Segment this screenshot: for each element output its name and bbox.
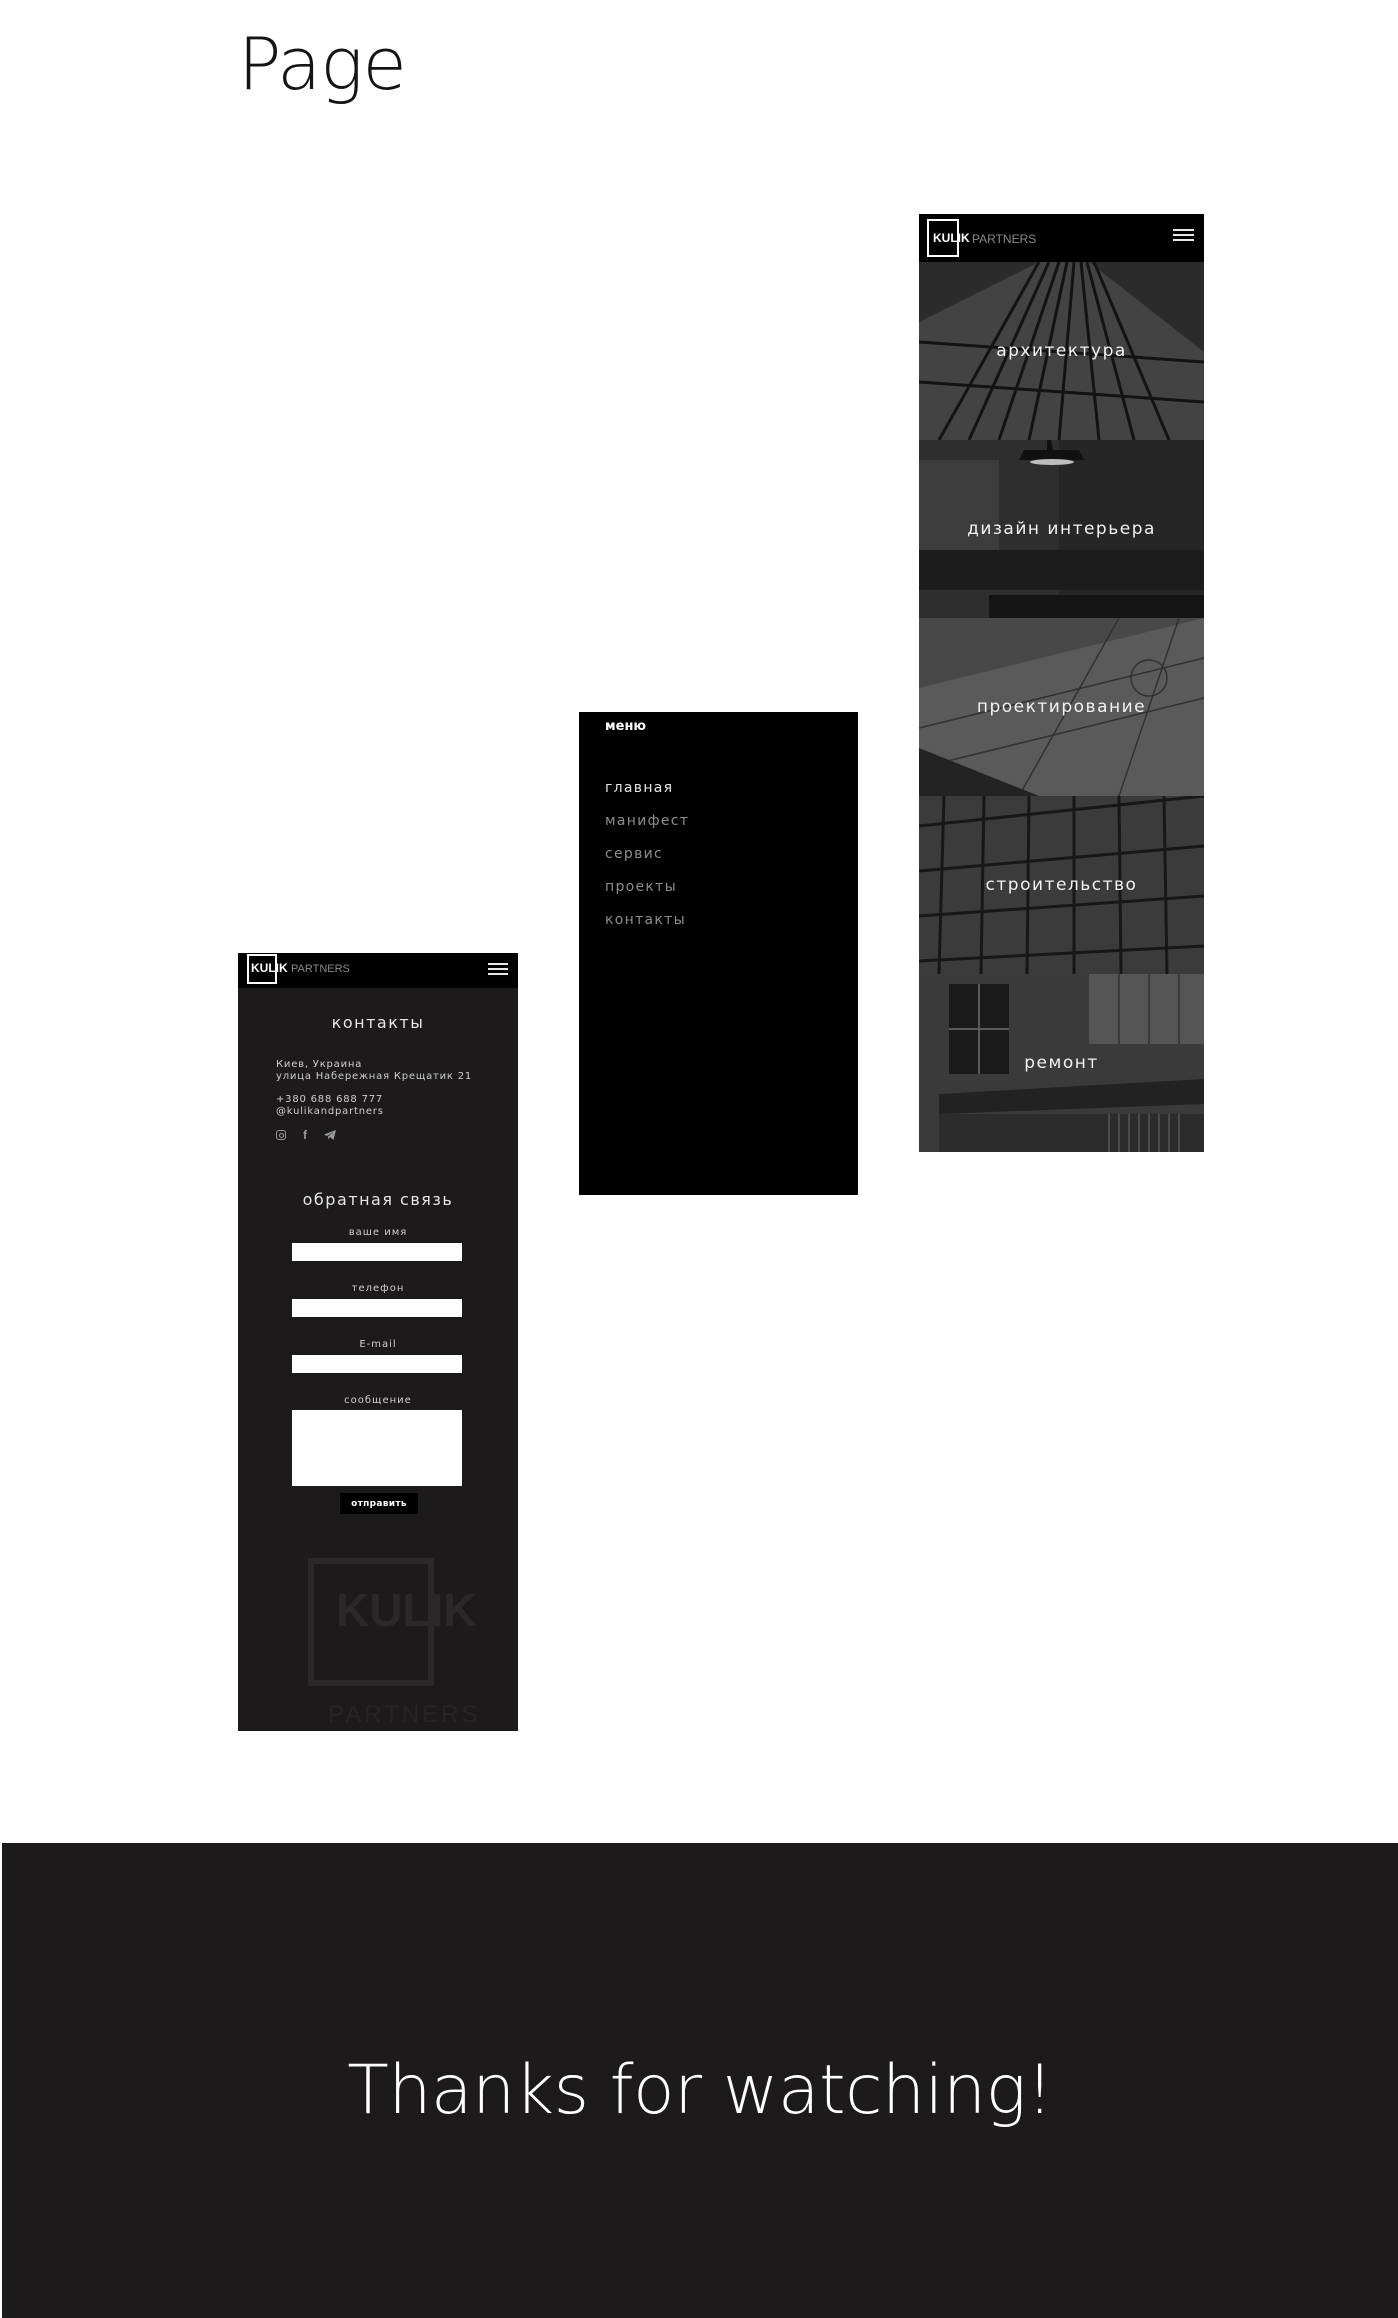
email-field[interactable] [292,1355,462,1373]
facebook-icon[interactable]: f [299,1128,311,1142]
tile-label: дизайн интерьера [967,519,1156,539]
submit-button[interactable]: отправить [340,1493,418,1514]
logo[interactable]: KULIK [251,961,288,975]
phone-number[interactable]: +380 688 688 777 [276,1094,383,1106]
service-tile-architecture[interactable]: архитектура [919,262,1204,440]
logo[interactable]: KULIK [933,231,970,245]
message-field[interactable] [292,1410,462,1486]
name-label: ваше имя [348,1227,408,1238]
logo-subtitle: PARTNERS [291,963,350,975]
menu-item-contacts[interactable]: контакты [605,912,686,928]
menu-item-home[interactable]: главная [605,780,673,796]
phone-field[interactable] [292,1299,462,1317]
watermark-logo: KULIK [336,1584,477,1636]
tile-label: строительство [985,875,1138,895]
service-tile-construction[interactable]: строительство [919,796,1204,974]
menu-item-manifest[interactable]: манифест [605,813,689,829]
phone-label: телефон [351,1283,405,1294]
email-label: E-mail [359,1339,397,1350]
tile-label: ремонт [1024,1053,1099,1073]
services-screen: KULIK PARTNERS архитектура дизайн интерь… [919,214,1204,1152]
instagram-icon[interactable] [276,1130,286,1140]
hamburger-menu-icon[interactable] [488,963,508,978]
menu-item-projects[interactable]: проекты [605,879,677,895]
name-field[interactable] [292,1243,462,1261]
contacts-screen: KULIK PARTNERS контакты Киев, Украина ул… [238,953,518,1731]
thanks-text: Thanks for watching! [347,2051,1053,2130]
social-links: f [276,1128,336,1142]
menu-title: меню [605,719,647,734]
tile-label: проектирование [976,697,1147,717]
thanks-panel: Thanks for watching! [2,1843,1398,2318]
contacts-heading: контакты [331,1013,425,1032]
address-line-1: Киев, Украина [276,1059,363,1070]
menu-screen: меню главная манифест сервис проекты кон… [579,712,858,1195]
page-title: Page [238,22,407,106]
watermark-subtitle: PARTNERS [328,1701,481,1728]
hamburger-menu-icon[interactable] [1173,229,1194,244]
telegram-icon[interactable] [324,1130,336,1140]
menu-item-service[interactable]: сервис [605,846,663,862]
logo-subtitle: PARTNERS [972,232,1037,246]
contacts-header: KULIK PARTNERS [238,953,518,988]
message-label: сообщение [344,1395,412,1406]
feedback-heading: обратная связь [302,1190,454,1209]
service-tile-renovation[interactable]: ремонт [919,974,1204,1152]
tile-label: архитектура [996,341,1127,361]
services-header: KULIK PARTNERS [919,214,1204,262]
service-tile-interior[interactable]: дизайн интерьера [919,440,1204,618]
service-tile-design[interactable]: проектирование [919,618,1204,796]
social-handle[interactable]: @kulikandpartners [276,1106,384,1118]
address-line-2: улица Набережная Крещатик 21 [276,1071,473,1082]
